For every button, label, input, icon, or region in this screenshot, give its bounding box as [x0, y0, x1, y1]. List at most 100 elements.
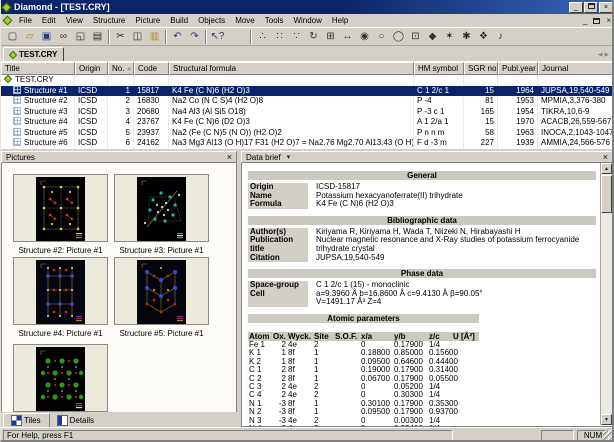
structure-row[interactable]: Structure #1 ICSD 1 15817 K4 Fe (C N)6 (… — [1, 85, 612, 96]
pictures-panel-header[interactable]: Pictures × — [1, 151, 237, 163]
print-icon[interactable]: ▤ — [89, 29, 106, 45]
cut-icon[interactable]: ✂ — [112, 29, 129, 45]
pictures-close-icon[interactable]: × — [227, 153, 232, 162]
measure-distance-icon[interactable]: ↔ — [339, 29, 356, 45]
column-header-sgr-no[interactable]: SGR no. — [464, 62, 498, 75]
menu-window[interactable]: Window — [288, 15, 326, 26]
unit-cell-icon[interactable]: ⊡ — [407, 29, 424, 45]
column-header-hm-symbol[interactable]: HM symbol — [414, 62, 464, 75]
context-help-icon[interactable]: ↖? — [209, 29, 226, 45]
pictures-view-tabs: Tiles Details — [1, 412, 237, 427]
ring-template-icon[interactable]: ◯ — [390, 29, 407, 45]
column-header-code[interactable]: Code — [134, 62, 169, 75]
column-header-origin[interactable]: Origin — [75, 62, 108, 75]
cluster-icon[interactable]: ∵ — [288, 29, 305, 45]
picture-tile[interactable] — [114, 257, 209, 325]
picture-tile[interactable] — [114, 174, 209, 242]
column-header-formula[interactable]: Structural formula — [169, 62, 414, 75]
menu-file[interactable]: File — [14, 15, 37, 26]
field-citation: Citation JUPSA,19,540-549 — [248, 252, 385, 263]
scroll-down-icon[interactable]: ▼ — [601, 414, 612, 425]
column-header-no[interactable]: No. ▵ — [108, 62, 134, 75]
structure-table-header: Title Origin No. ▵ Code Structural formul… — [1, 62, 612, 75]
data-brief-close-icon[interactable]: × — [603, 153, 608, 162]
child-minimize-button[interactable]: _ — [583, 16, 587, 25]
pictures-panel-title: Pictures — [6, 152, 35, 162]
column-header-publ-year[interactable]: Publ.year — [498, 62, 538, 75]
ellipsoids-icon[interactable]: ✶ — [441, 29, 458, 45]
scrollbar-thumb[interactable] — [601, 175, 612, 213]
redo-icon[interactable]: ↷ — [186, 29, 203, 45]
open-icon[interactable]: ▱ — [21, 29, 38, 45]
close-button[interactable]: × — [599, 1, 612, 13]
structure-grid-icon — [13, 106, 21, 115]
save-icon[interactable]: ▣ — [38, 29, 55, 45]
new-icon[interactable]: ▢ — [4, 29, 21, 45]
picture-tile[interactable] — [13, 174, 108, 242]
status-bar: For Help, press F1 NUM — [1, 427, 612, 440]
copy-icon[interactable]: ◫ — [129, 29, 146, 45]
structure-row[interactable]: Structure #3 ICSD 3 20680 Na4 Al3 (Al Si… — [1, 106, 612, 117]
menu-help[interactable]: Help — [327, 15, 353, 26]
undo-icon[interactable]: ↶ — [169, 29, 186, 45]
dropdown-arrow-icon[interactable]: ▾ — [287, 153, 291, 161]
picture-tile-label: Structure #5: Picture #1 — [119, 329, 204, 338]
polyhedra-icon[interactable]: ◆ — [424, 29, 441, 45]
tab-test-cry[interactable]: TEST.CRY — [3, 47, 65, 62]
packing-icon[interactable]: ⊞ — [322, 29, 339, 45]
menu-tools[interactable]: Tools — [260, 15, 289, 26]
data-brief-title: Data brief — [246, 152, 281, 162]
tab-tiles[interactable]: Tiles — [3, 413, 50, 427]
toolbar-separator — [250, 29, 252, 44]
structure-row[interactable]: Structure #6 ICSD 6 24162 Na3 Mg3 Al13 (… — [1, 138, 612, 149]
rotate-icon[interactable]: ↻ — [305, 29, 322, 45]
structure-row[interactable]: Structure #5 ICSD 5 23937 Na2 (Fe (C N)5… — [1, 127, 612, 138]
toolbar: ▢ ▱ ▣ ∞ ◱ ▤ ✂ ◫ ▥ ↶ ↷ ↖? ∴ ∷ ∵ ↻ ⊞ ↔ ◉ ○… — [1, 27, 612, 46]
menu-view[interactable]: View — [61, 15, 88, 26]
menu-objects[interactable]: Objects — [193, 15, 230, 26]
resize-grip[interactable] — [603, 430, 612, 440]
structure-row[interactable]: Structure #2 ICSD 2 16830 Na2 Co (N C S)… — [1, 96, 612, 107]
data-brief-body: General Origin ICSD-15817 Name Potassium… — [241, 163, 612, 427]
child-close-button[interactable]: × — [606, 16, 611, 25]
paste-icon[interactable]: ▥ — [146, 29, 163, 45]
data-brief-header[interactable]: Data brief ▾ × — [241, 151, 612, 163]
find-icon[interactable]: ∞ — [55, 29, 72, 45]
structure-row[interactable]: Structure #4 ICSD 4 23767 K4 Fe (C N)6 (… — [1, 117, 612, 128]
tab-scroll-buttons[interactable]: ◂▸ — [598, 49, 611, 60]
symmetry-icon[interactable]: ❖ — [475, 29, 492, 45]
tree-root-row[interactable]: TEST.CRY — [1, 75, 612, 86]
menu-edit[interactable]: Edit — [37, 15, 61, 26]
column-header-journal[interactable]: Journal — [538, 62, 612, 75]
scroll-up-icon[interactable]: ▲ — [601, 163, 612, 174]
atom-design-icon[interactable]: ◉ — [356, 29, 373, 45]
status-help-text: For Help, press F1 — [3, 430, 453, 440]
sort-ascending-icon: ▵ — [127, 66, 131, 72]
picture-tile[interactable] — [13, 344, 108, 412]
animate-icon[interactable]: ♪ — [492, 29, 509, 45]
pictures-panel: Pictures × Structure #2: Picture #1 Stru… — [1, 151, 237, 427]
tab-details[interactable]: Details — [50, 413, 102, 427]
picture-tile[interactable] — [13, 257, 108, 325]
menu-move[interactable]: Move — [230, 15, 260, 26]
menu-picture[interactable]: Picture — [130, 15, 165, 26]
title-bar: Diamond - [TEST.CRY] _ × — [1, 0, 612, 14]
build-molecule-icon[interactable]: ∴ — [254, 29, 271, 45]
child-restore-button[interactable] — [593, 17, 601, 24]
restore-button[interactable] — [584, 1, 598, 13]
connectivity-icon[interactable]: ∷ — [271, 29, 288, 45]
menu-structure[interactable]: Structure — [88, 15, 130, 26]
print-preview-icon[interactable]: ◱ — [72, 29, 89, 45]
section-bibliographic: Bibliographic data — [248, 215, 596, 225]
structure-grid-icon — [13, 127, 21, 136]
document-tab-label: TEST.CRY — [19, 50, 58, 59]
column-header-title[interactable]: Title — [1, 62, 75, 75]
app-window: Diamond - [TEST.CRY] _ × File Edit View … — [0, 0, 614, 442]
minimize-button[interactable]: _ — [569, 1, 583, 13]
ring-search-icon[interactable]: ○ — [373, 29, 390, 45]
menu-build[interactable]: Build — [165, 15, 193, 26]
data-brief-scrollbar[interactable]: ▲ ▼ — [600, 163, 612, 425]
menu-bar: File Edit View Structure Picture Build O… — [1, 14, 612, 27]
hbonds-icon[interactable]: ✱ — [458, 29, 475, 45]
structure-rows: Structure #1 ICSD 1 15817 K4 Fe (C N)6 (… — [1, 85, 612, 149]
